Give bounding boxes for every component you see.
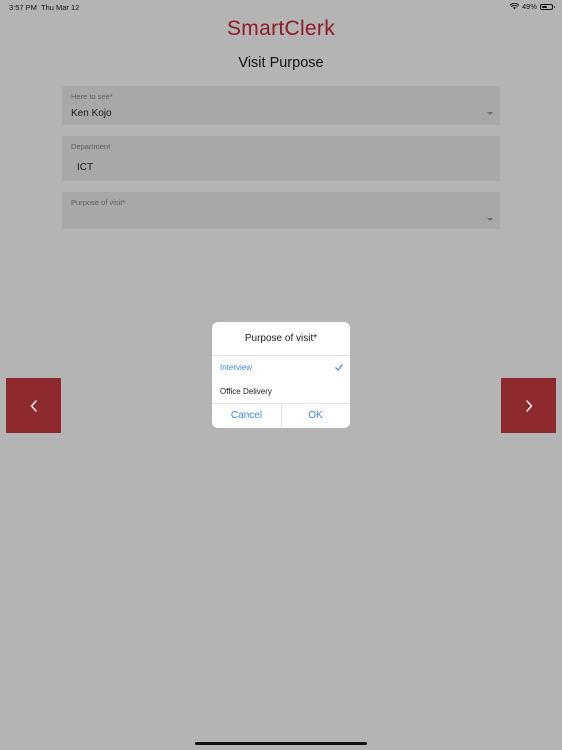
here-to-see-label: Here to see*: [71, 92, 113, 101]
purpose-of-visit-select[interactable]: Purpose of visit*: [62, 192, 500, 229]
previous-button[interactable]: [6, 378, 61, 433]
status-time: 3:57 PM: [9, 3, 37, 12]
option-label: Interview: [220, 363, 253, 372]
battery-icon: [540, 3, 555, 10]
next-button[interactable]: [501, 378, 556, 433]
page-title: Visit Purpose: [238, 55, 324, 71]
cancel-button[interactable]: Cancel: [212, 403, 281, 428]
check-icon: [335, 364, 343, 371]
purpose-of-visit-label: Purpose of visit*: [71, 198, 126, 207]
dialog-title: Purpose of visit*: [244, 333, 318, 344]
dropdown-arrow-icon: [487, 218, 493, 221]
chevron-right-icon: [525, 399, 532, 412]
wifi-icon: [509, 3, 519, 10]
department-field[interactable]: Department ICT: [62, 136, 500, 181]
here-to-see-select[interactable]: Here to see* Ken Kojo: [62, 86, 500, 125]
option-interview[interactable]: Interview: [212, 356, 350, 378]
chevron-left-icon: [30, 399, 37, 412]
department-value: ICT: [77, 162, 94, 173]
status-date: Thu Mar 12: [41, 3, 80, 12]
department-label: Department: [71, 142, 111, 151]
app-logo: SmartClerk: [226, 17, 335, 40]
option-label: Office Delivery: [220, 387, 272, 396]
here-to-see-value: Ken Kojo: [71, 108, 112, 119]
dropdown-arrow-icon: [487, 112, 493, 115]
purpose-picker-dialog: Purpose of visit* Interview Office Deliv…: [212, 322, 350, 428]
option-office-delivery[interactable]: Office Delivery: [212, 380, 350, 402]
home-indicator[interactable]: [195, 742, 367, 745]
status-indicators: 49%: [509, 2, 555, 11]
battery-percent: 49%: [521, 2, 537, 11]
ok-button[interactable]: OK: [281, 403, 350, 428]
status-bar: 3:57 PM Thu Mar 12 49%: [0, 0, 562, 14]
